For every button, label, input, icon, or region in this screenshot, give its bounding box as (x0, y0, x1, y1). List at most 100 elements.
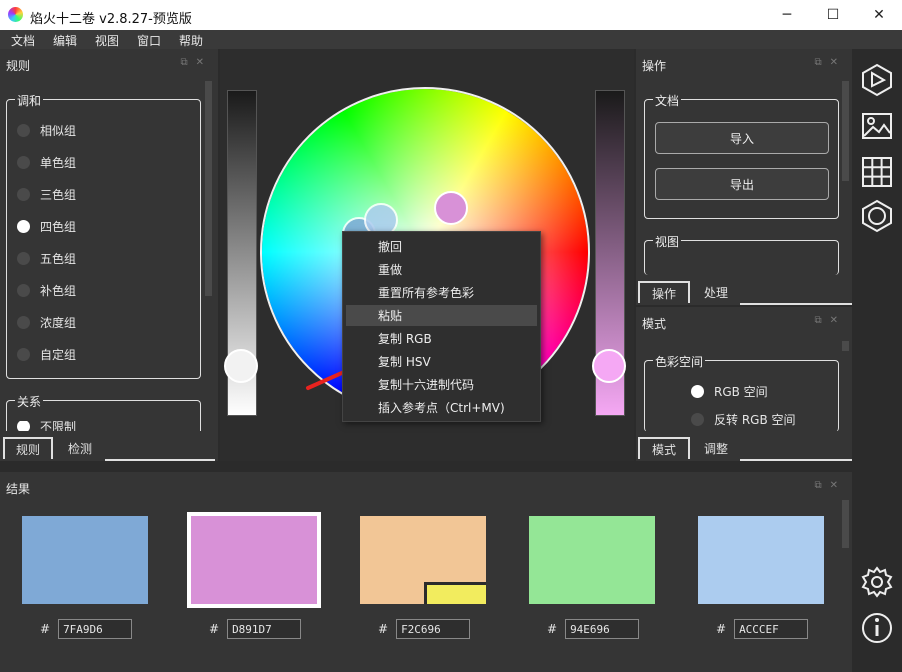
swatch-hex-field: # D891D7 (209, 619, 302, 639)
hex-input[interactable]: D891D7 (227, 619, 302, 639)
radio-icon[interactable] (17, 187, 30, 201)
swatch-hex-field: # ACCCEF (716, 619, 809, 639)
harmony-option-custom[interactable]: 自定组 (17, 346, 76, 362)
rules-tab-bar: 规则 检测 (0, 431, 218, 461)
radio-selected-icon[interactable] (691, 384, 704, 398)
rules-panel-title: 规则 (6, 59, 31, 73)
color-space-group: 色彩空间 RGB 空间 反转 RGB 空间 (644, 353, 839, 432)
import-button[interactable]: 导入 (655, 122, 829, 154)
harmony-group-title: 调和 (15, 92, 44, 109)
menu-view[interactable]: 视图 (95, 32, 119, 49)
export-button[interactable]: 导出 (655, 168, 829, 200)
hex-input[interactable]: ACCCEF (734, 619, 809, 639)
result-swatch[interactable] (698, 516, 824, 604)
tab-adjust[interactable]: 调整 (690, 437, 742, 459)
palette-rings-icon[interactable] (860, 199, 894, 233)
harmony-option-complement[interactable]: 补色组 (17, 282, 76, 298)
result-swatch-selected[interactable] (187, 512, 321, 608)
result-swatch[interactable] (529, 516, 655, 604)
saturation-slider-handle[interactable] (592, 349, 626, 383)
close-button[interactable]: ✕ (856, 0, 902, 30)
minimize-button[interactable]: ─ (764, 0, 810, 30)
view-group: 视图 (644, 233, 839, 275)
reference-point-handle[interactable] (434, 191, 468, 225)
radio-selected-icon[interactable] (17, 219, 30, 233)
harmony-option-similar[interactable]: 相似组 (17, 122, 76, 138)
results-scrollbar[interactable] (842, 500, 849, 548)
right-toolbar (852, 49, 902, 672)
tab-rules[interactable]: 规则 (3, 437, 53, 459)
operations-tab-bar: 操作 处理 (636, 275, 852, 305)
title-bar: 焰火十二卷 v2.8.27-预览版 ─ ☐ ✕ (0, 0, 902, 30)
dock-controls-icon[interactable]: ⧉✕ (814, 480, 846, 491)
harmony-option-triad[interactable]: 三色组 (17, 186, 76, 202)
tab-operations[interactable]: 操作 (638, 281, 690, 303)
tab-mode[interactable]: 模式 (638, 437, 690, 459)
rules-panel: 规则 ⧉✕ 调和 相似组 单色组 三色组 四色组 五色组 补色组 浓度组 自定组… (0, 49, 218, 461)
dock-controls-icon[interactable]: ⧉✕ (814, 57, 846, 68)
mode-panel-title: 模式 (642, 317, 667, 331)
radio-icon[interactable] (17, 283, 30, 297)
brightness-slider-handle[interactable] (224, 349, 258, 383)
hex-input[interactable]: 94E696 (565, 619, 640, 639)
operations-panel-title: 操作 (642, 59, 667, 73)
image-icon[interactable] (860, 109, 894, 143)
settings-gear-icon[interactable] (860, 565, 894, 599)
relation-option-unlimited[interactable]: 不限制 (17, 421, 76, 431)
window-title: 焰火十二卷 v2.8.27-预览版 (30, 12, 192, 27)
tab-underline (105, 459, 215, 461)
harmony-option-tetrad[interactable]: 四色组 (17, 218, 76, 234)
menu-item-insert-ref[interactable]: 插入参考点（Ctrl+MV) (346, 397, 537, 418)
harmony-option-mono[interactable]: 单色组 (17, 154, 76, 170)
rules-scrollbar[interactable] (205, 81, 212, 296)
harmony-option-shade[interactable]: 浓度组 (17, 314, 76, 330)
menu-window[interactable]: 窗口 (137, 32, 161, 49)
color-space-inverted-rgb[interactable]: 反转 RGB 空间 (691, 411, 796, 427)
hex-input[interactable]: 7FA9D6 (58, 619, 133, 639)
results-panel: 结果 ⧉✕ #7FA9D6 # D891D7 # F2C696 #94E696 # A… (0, 472, 852, 672)
harmony-option-pentad[interactable]: 五色组 (17, 250, 76, 266)
dock-controls-icon[interactable]: ⧉✕ (180, 57, 212, 68)
radio-icon[interactable] (17, 251, 30, 265)
maximize-button[interactable]: ☐ (810, 0, 856, 30)
tab-check[interactable]: 检测 (55, 437, 105, 459)
menu-item-reset-refs[interactable]: 重置所有参考色彩 (346, 282, 537, 303)
radio-icon[interactable] (17, 347, 30, 361)
view-group-title: 视图 (653, 233, 682, 250)
menu-item-paste[interactable]: 粘贴 (346, 305, 537, 326)
color-space-rgb[interactable]: RGB 空间 (691, 383, 768, 399)
result-swatch[interactable] (22, 516, 148, 604)
results-panel-title: 结果 (6, 482, 31, 496)
menu-bar: 文档 编辑 视图 窗口 帮助 (0, 30, 902, 49)
menu-item-copy-hsv[interactable]: 复制 HSV (346, 351, 537, 372)
menu-help[interactable]: 帮助 (179, 32, 203, 49)
radio-icon[interactable] (17, 155, 30, 169)
tab-underline (740, 303, 852, 305)
radio-icon[interactable] (17, 315, 30, 329)
app-logo-icon (8, 7, 23, 22)
grid-icon[interactable] (860, 155, 894, 189)
menu-item-copy-hex[interactable]: 复制十六进制代码 (346, 374, 537, 395)
radio-selected-icon[interactable] (17, 421, 30, 431)
menu-document[interactable]: 文档 (11, 32, 35, 49)
radio-icon[interactable] (691, 412, 704, 426)
menu-item-copy-rgb[interactable]: 复制 RGB (346, 328, 537, 349)
tab-process[interactable]: 处理 (690, 281, 742, 303)
menu-edit[interactable]: 编辑 (53, 32, 77, 49)
relation-group-title: 关系 (15, 393, 44, 410)
menu-item-undo[interactable]: 撤回 (346, 236, 537, 257)
tab-underline (740, 459, 852, 461)
operations-scrollbar[interactable] (842, 81, 849, 181)
triangle-shape-icon[interactable] (860, 63, 894, 97)
swatch-hex-field: #7FA9D6 (40, 619, 133, 639)
color-space-group-title: 色彩空间 (653, 353, 706, 370)
menu-item-redo[interactable]: 重做 (346, 259, 537, 280)
result-swatch[interactable] (360, 516, 486, 604)
swatch-hex-field: # F2C696 (378, 619, 471, 639)
mode-tab-bar: 模式 调整 (636, 431, 852, 461)
radio-icon[interactable] (17, 123, 30, 137)
dock-controls-icon[interactable]: ⧉✕ (814, 315, 846, 326)
hex-input[interactable]: F2C696 (396, 619, 471, 639)
mode-scrollbar[interactable] (842, 341, 849, 351)
info-icon[interactable] (860, 611, 894, 645)
